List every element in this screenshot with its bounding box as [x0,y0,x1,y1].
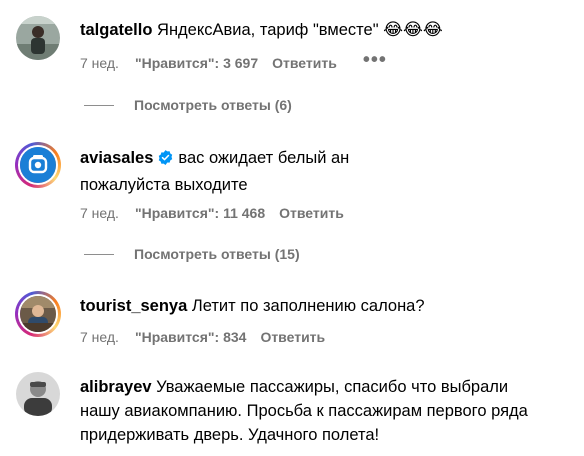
comment-text-3: tourist_senya Летит по заполнению салона… [80,294,570,318]
comments-feed: talgatello ЯндексАвиа, тариф "вместе" 😂😂… [0,0,584,456]
comment-body-line3: придерживать дверь. Удачного полета! [80,426,380,444]
username-tourist-senya[interactable]: tourist_senya [80,297,187,315]
view-replies-button-1[interactable]: Посмотреть ответы (6) [84,97,292,113]
more-options-icon[interactable]: ••• [363,50,387,70]
comment-body-line1: вас ожидает белый ан [178,149,350,167]
like-count[interactable]: "Нравится": 834 [135,328,246,346]
comment-meta-3: 7 нед. "Нравится": 834 Ответить [80,328,325,346]
view-replies-button-2[interactable]: Посмотреть ответы (15) [84,246,300,262]
comment-body-line1: Уважаемые пассажиры, спасибо что выбрали [156,378,509,396]
username-alibrayev[interactable]: alibrayev [80,378,152,396]
view-replies-label: Посмотреть ответы (15) [134,246,300,262]
timestamp[interactable]: 7 нед. [80,328,119,346]
view-replies-label: Посмотреть ответы (6) [134,97,292,113]
comment-meta-2: 7 нед. "Нравится": 11 468 Ответить [80,204,344,222]
reply-button[interactable]: Ответить [272,54,337,72]
like-count[interactable]: "Нравится": 11 468 [135,204,265,222]
avatar-aviasales[interactable] [15,142,61,188]
avatar-photo [18,294,58,334]
avatar-talgatello[interactable] [16,16,60,60]
comment-body-line2: нашу авиакомпанию. Просьба к пассажирам … [80,402,528,420]
comment-body: Летит по заполнению салона? [191,297,425,315]
avatar-alibrayev[interactable] [16,372,60,416]
comment-meta-1: 7 нед. "Нравится": 3 697 Ответить ••• [80,50,387,72]
verified-badge-icon [157,149,174,173]
divider-line [84,104,114,106]
avatar-tourist-senya[interactable] [15,291,61,337]
comment-body-line2: пожалуйста выходите [80,176,248,194]
comment-text-1: talgatello ЯндексАвиа, тариф "вместе" 😂😂… [80,18,570,42]
comment-text-2: aviasales вас ожидает белый ан пожалуйста… [80,146,570,197]
reply-button[interactable]: Ответить [279,204,344,222]
reply-button[interactable]: Ответить [260,328,325,346]
username-aviasales[interactable]: aviasales [80,149,153,167]
timestamp[interactable]: 7 нед. [80,54,119,72]
username-talgatello[interactable]: talgatello [80,21,152,39]
timestamp[interactable]: 7 нед. [80,204,119,222]
comment-text-4: alibrayev Уважаемые пассажиры, спасибо ч… [80,375,570,447]
laughing-emoji: 😂😂😂 [383,20,443,39]
like-count[interactable]: "Нравится": 3 697 [135,54,258,72]
divider-line [84,253,114,255]
comment-body: ЯндексАвиа, тариф "вместе" [157,21,379,39]
aviasales-logo [18,145,58,185]
